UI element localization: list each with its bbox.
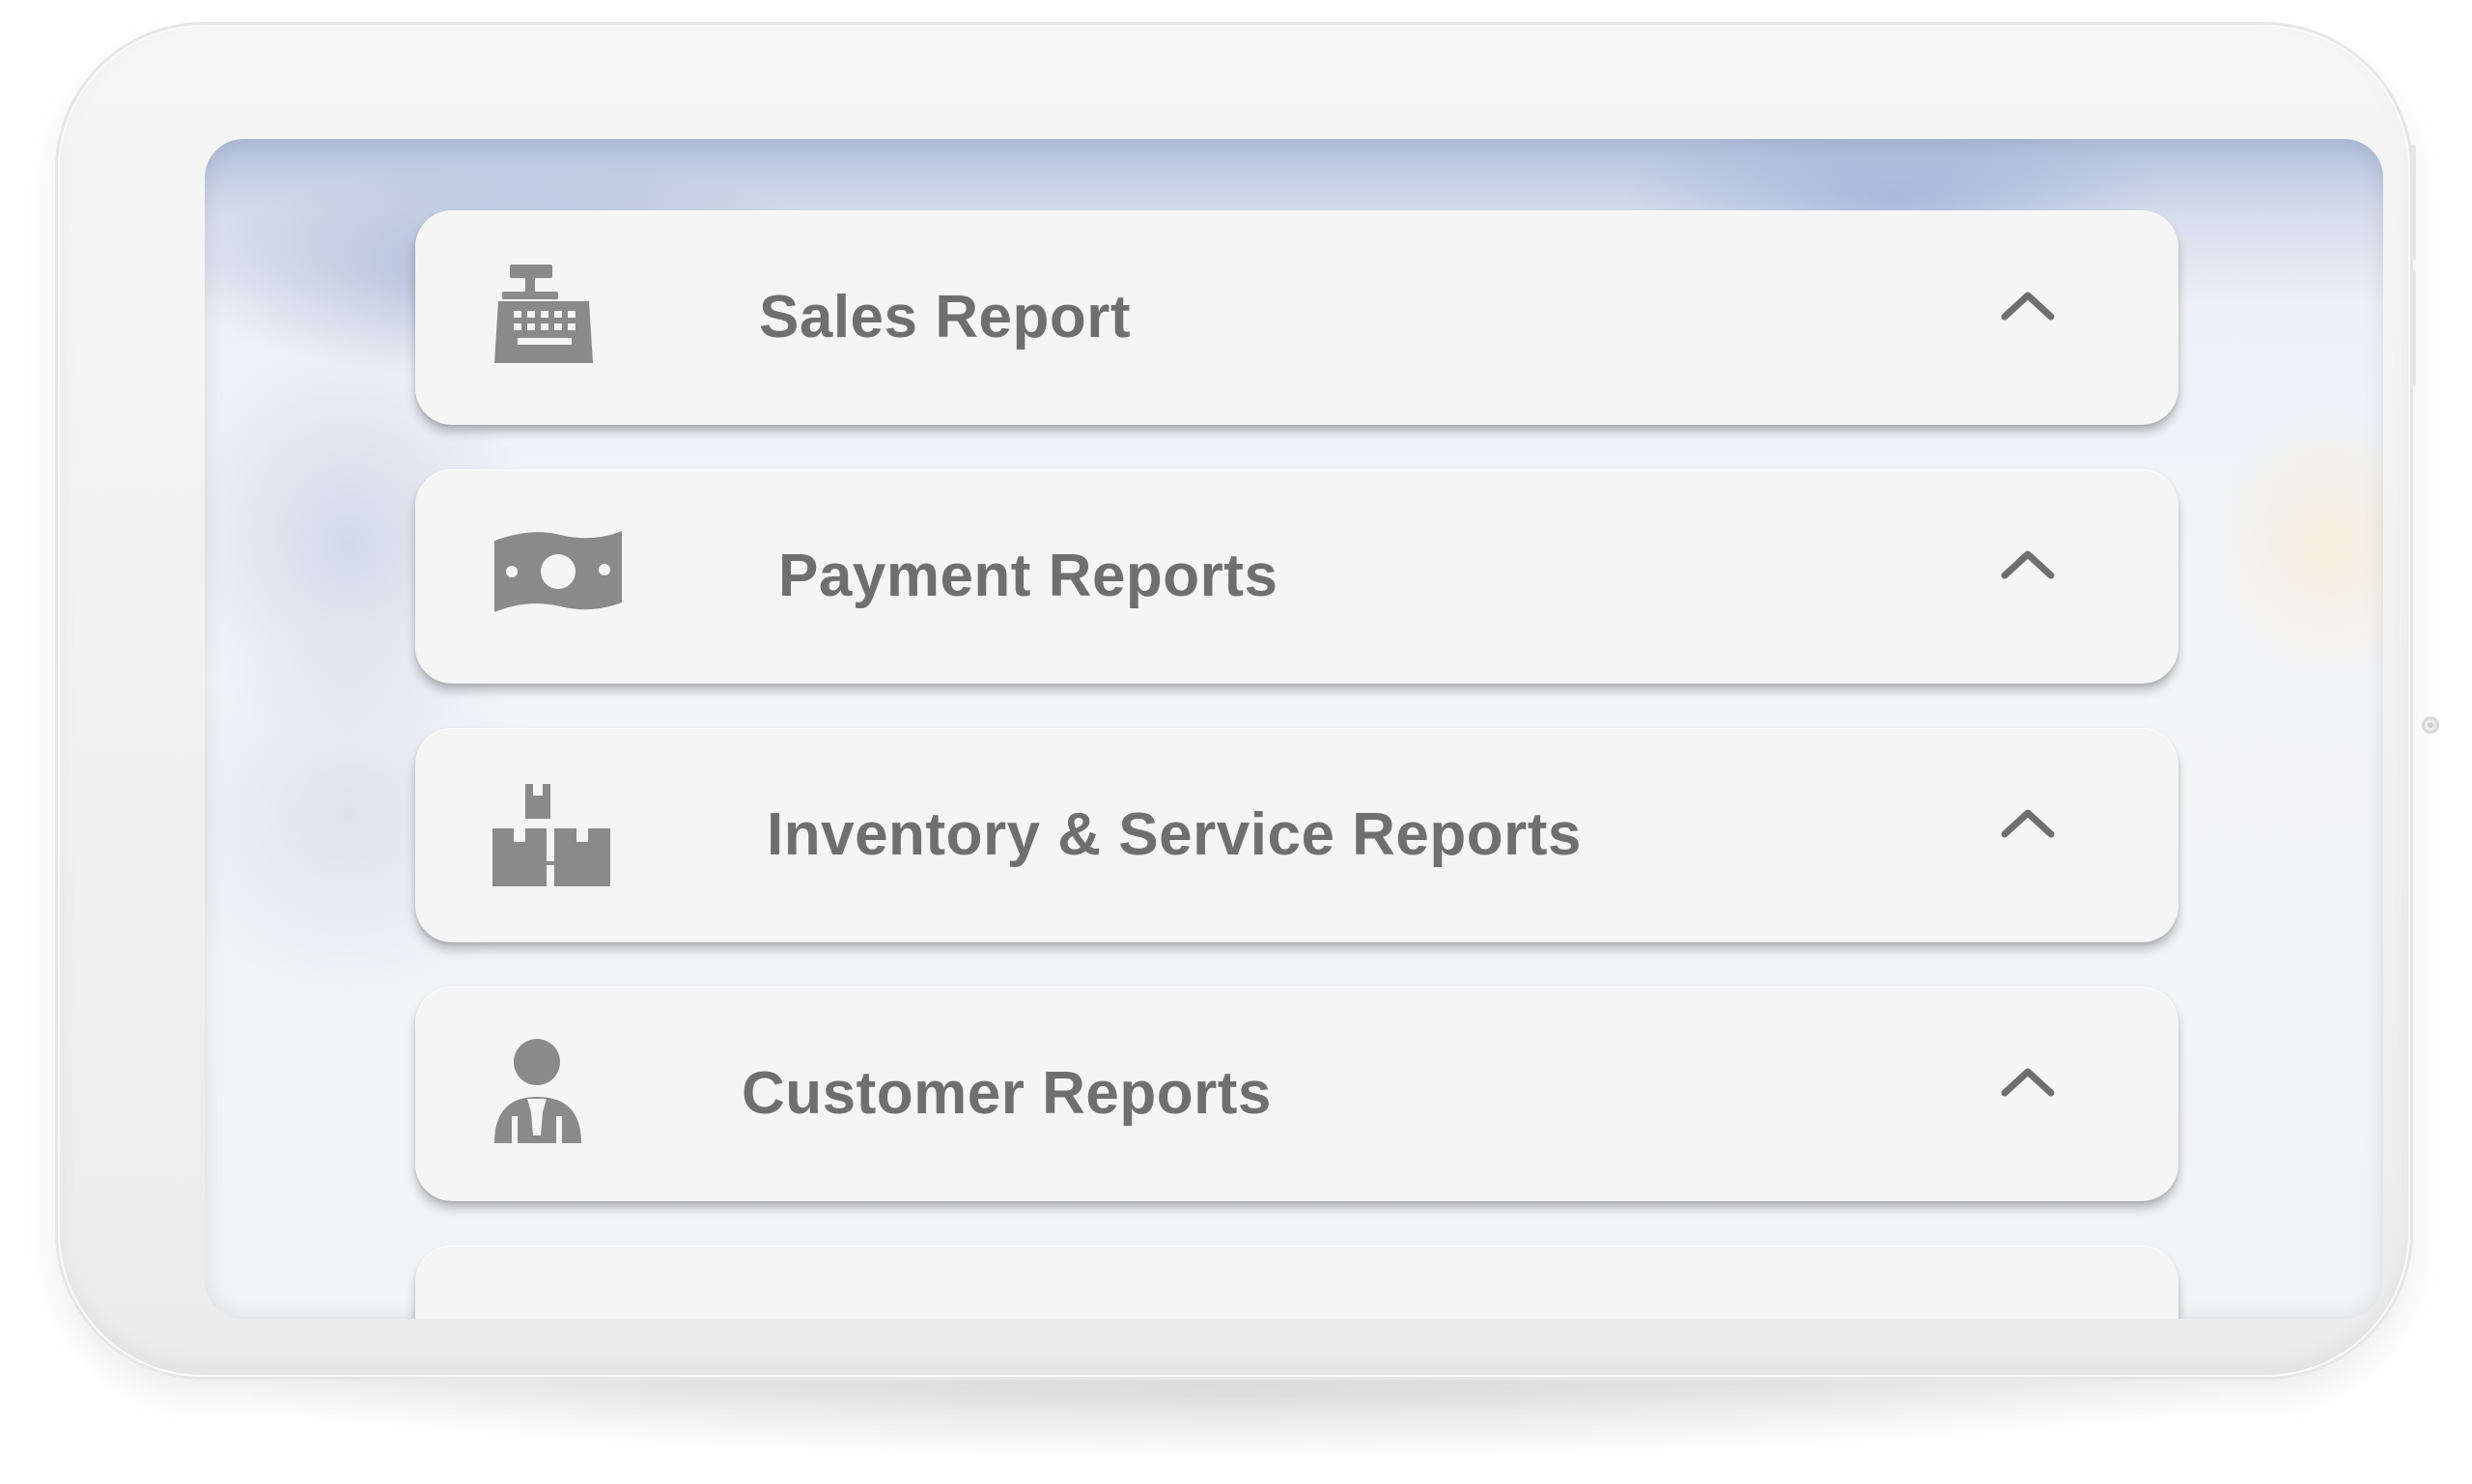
- report-list: Sales Report Payment Reports Inventory &…: [415, 210, 2178, 1319]
- report-label: Customer Reports: [742, 1060, 1272, 1127]
- report-label: Sales Report: [759, 284, 1132, 350]
- page: Sales Report Payment Reports Inventory &…: [0, 0, 2472, 1484]
- chevron-up-icon[interactable]: [1989, 537, 2066, 595]
- report-item-partial[interactable]: [415, 1246, 2178, 1319]
- boxes-icon: [492, 780, 618, 886]
- chevron-up-icon[interactable]: [1989, 1054, 2066, 1112]
- tablet-frame: Sales Report Payment Reports Inventory &…: [58, 25, 2439, 1377]
- report-item-customer[interactable]: Customer Reports: [415, 987, 2178, 1201]
- report-label: Payment Reports: [778, 543, 1278, 609]
- chevron-up-icon[interactable]: [1989, 278, 2066, 336]
- money-bill-icon: [492, 521, 628, 628]
- report-label: Inventory & Service Reports: [767, 801, 1582, 868]
- report-item-payment[interactable]: Payment Reports: [415, 469, 2178, 684]
- user-tie-icon: [492, 1039, 599, 1145]
- tablet-screen: Sales Report Payment Reports Inventory &…: [205, 139, 2383, 1319]
- chevron-up-icon[interactable]: [1989, 796, 2066, 854]
- report-item-inventory-service[interactable]: Inventory & Service Reports: [415, 728, 2178, 942]
- cash-register-icon: [492, 263, 599, 369]
- camera-icon: [2422, 716, 2439, 734]
- report-item-sales[interactable]: Sales Report: [415, 210, 2178, 425]
